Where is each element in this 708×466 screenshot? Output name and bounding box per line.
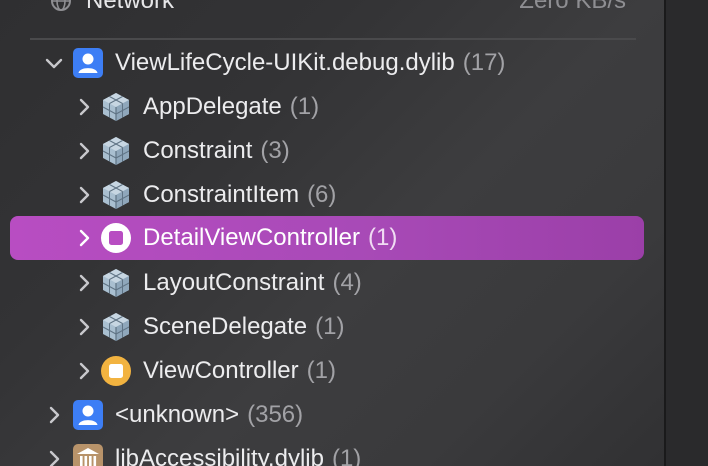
person-module-icon bbox=[72, 399, 104, 431]
person-module-icon bbox=[72, 47, 104, 79]
tree-row-detailviewcontroller[interactable]: DetailViewController (1) bbox=[0, 216, 660, 260]
tree-row-label: <unknown> (356) bbox=[115, 401, 304, 428]
view-controller-icon bbox=[100, 355, 132, 387]
tree-row-label: SceneDelegate (1) bbox=[143, 313, 345, 340]
class-cube-icon bbox=[100, 311, 132, 343]
chevron-right-icon[interactable] bbox=[72, 226, 96, 250]
network-rate: Zero KB/s bbox=[519, 0, 626, 14]
tree-row-label: ConstraintItem (6) bbox=[143, 181, 337, 208]
library-building-icon bbox=[72, 443, 104, 466]
network-label: Network bbox=[86, 0, 175, 14]
chevron-right-icon[interactable] bbox=[72, 183, 96, 207]
chevron-down-icon[interactable] bbox=[42, 51, 66, 75]
tree-row-label: ViewController (1) bbox=[143, 357, 336, 384]
tree-row-layoutconstraint[interactable]: LayoutConstraint (4) bbox=[0, 261, 660, 305]
tree-row-label: libAccessibility.dylib (1) bbox=[115, 445, 362, 466]
tree-row-dylib[interactable]: ViewLifeCycle-UIKit.debug.dylib (17) bbox=[0, 41, 660, 85]
tree-row-unknown[interactable]: <unknown> (356) bbox=[0, 393, 660, 437]
chevron-right-icon[interactable] bbox=[72, 315, 96, 339]
class-cube-icon bbox=[100, 135, 132, 167]
chevron-right-icon[interactable] bbox=[72, 139, 96, 163]
section-divider bbox=[30, 38, 636, 40]
globe-icon bbox=[50, 0, 72, 12]
view-controller-icon bbox=[100, 222, 132, 254]
tree-row-scenedelegate[interactable]: SceneDelegate (1) bbox=[0, 305, 660, 349]
adjacent-pane bbox=[664, 0, 708, 466]
chevron-right-icon[interactable] bbox=[72, 95, 96, 119]
tree-row-viewcontroller[interactable]: ViewController (1) bbox=[0, 349, 660, 393]
tree-row-appdelegate[interactable]: AppDelegate (1) bbox=[0, 85, 660, 129]
tree-row-label: ViewLifeCycle-UIKit.debug.dylib (17) bbox=[115, 49, 506, 76]
chevron-right-icon[interactable] bbox=[42, 403, 66, 427]
tree-row-label: AppDelegate (1) bbox=[143, 93, 320, 120]
tree-row-label: Constraint (3) bbox=[143, 137, 290, 164]
tree-row-constraintitem[interactable]: ConstraintItem (6) bbox=[0, 173, 660, 217]
chevron-right-icon[interactable] bbox=[42, 447, 66, 466]
class-cube-icon bbox=[100, 179, 132, 211]
chevron-right-icon[interactable] bbox=[72, 359, 96, 383]
network-row[interactable]: Network Zero KB/s bbox=[0, 0, 640, 16]
tree-row-label: DetailViewController (1) bbox=[143, 224, 398, 251]
class-cube-icon bbox=[100, 91, 132, 123]
tree-row-constraint[interactable]: Constraint (3) bbox=[0, 129, 660, 173]
class-cube-icon bbox=[100, 267, 132, 299]
tree-row-libaccessibility[interactable]: libAccessibility.dylib (1) bbox=[0, 437, 660, 466]
tree-row-label: LayoutConstraint (4) bbox=[143, 269, 362, 296]
chevron-right-icon[interactable] bbox=[72, 271, 96, 295]
